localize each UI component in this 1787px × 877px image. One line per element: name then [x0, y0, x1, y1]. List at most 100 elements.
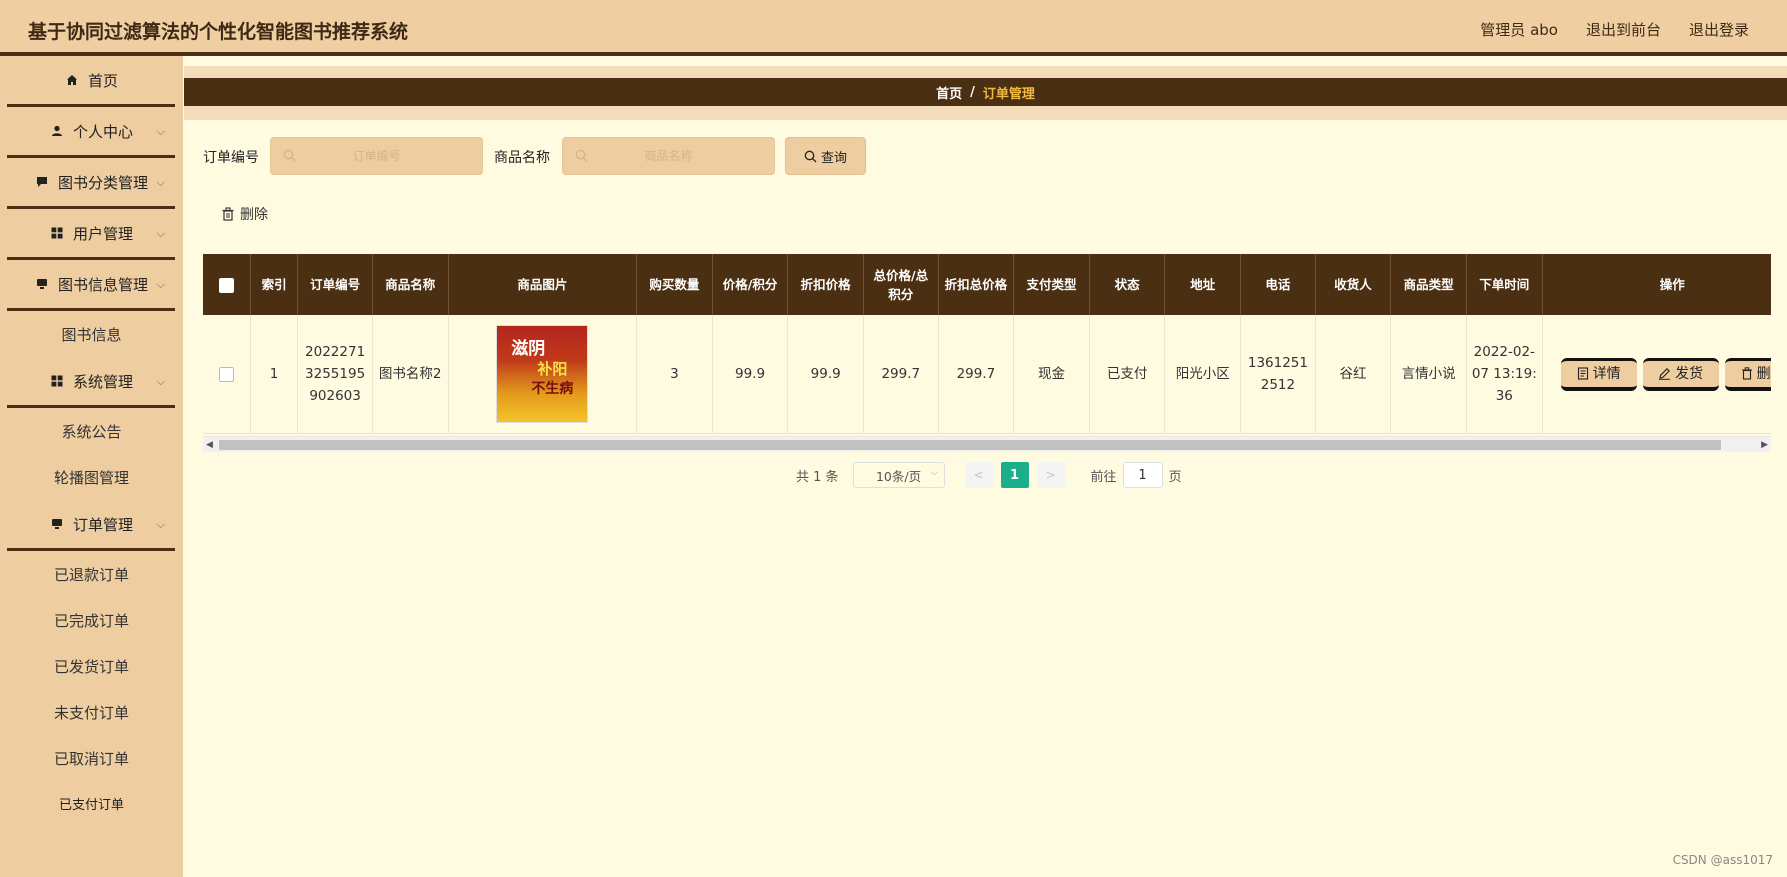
col-product-type: 商品类型 — [1390, 254, 1467, 315]
col-total: 总价格/总积分 — [863, 254, 939, 315]
sidebar-item-home[interactable]: 首页 — [7, 56, 175, 107]
book-cover-image: 滋阴 补阳 不生病 — [496, 325, 589, 423]
col-address: 地址 — [1164, 254, 1242, 315]
scrollbar-thumb[interactable] — [219, 440, 1721, 450]
cell-operation: 详情 发货 删除 — [1542, 315, 1771, 434]
query-button[interactable]: 查询 — [785, 137, 866, 175]
cell-quantity: 3 — [636, 315, 713, 434]
goto-page-input[interactable]: 1 — [1122, 462, 1163, 488]
pagination-total: 共 1 条 — [796, 469, 839, 485]
query-button-label: 查询 — [820, 150, 847, 166]
cell-address: 阳光小区 — [1164, 315, 1242, 434]
edit-icon — [1659, 368, 1671, 380]
col-order-no: 订单编号 — [297, 254, 373, 315]
sidebar-subitem-book-info[interactable]: 图书信息 — [0, 311, 183, 357]
prev-page-button[interactable]: < — [964, 462, 993, 488]
scroll-right-icon[interactable]: ▶ — [1761, 440, 1768, 450]
sidebar-subitem-shipped[interactable]: 已发货订单 — [0, 643, 183, 689]
product-name-field — [562, 137, 775, 175]
sidebar-item-user-mgmt[interactable]: 用户管理 ⌵ — [7, 209, 175, 260]
breadcrumb-band: 首页 / 订单管理 — [184, 66, 1787, 120]
select-all-cell[interactable] — [203, 254, 251, 315]
breadcrumb-home[interactable]: 首页 — [936, 83, 962, 102]
chevron-down-icon: ⌵ — [156, 227, 165, 240]
breadcrumb: 首页 / 订单管理 — [184, 78, 1787, 106]
ship-button[interactable]: 发货 — [1642, 357, 1719, 391]
monitor-icon — [34, 276, 50, 292]
monitor-icon — [49, 516, 65, 532]
col-discount-price: 折扣价格 — [787, 254, 864, 315]
goto-suffix: 页 — [1168, 469, 1182, 485]
sidebar-subitem-paid[interactable]: 已支付订单 — [0, 781, 183, 825]
grid-icon — [49, 225, 65, 241]
cell-total: 299.7 — [863, 315, 939, 434]
sidebar-item-book-category[interactable]: 图书分类管理 ⌵ — [7, 158, 175, 209]
sidebar-subitem-announcement[interactable]: 系统公告 — [0, 408, 183, 454]
batch-delete-button[interactable]: 删除 — [221, 204, 268, 224]
page-size-value: 10条/页 — [875, 468, 922, 484]
cell-order-no: 20222713255195902603 — [297, 315, 373, 434]
sidebar-item-system-mgmt[interactable]: 系统管理 ⌵ — [7, 357, 175, 408]
row-delete-button-label: 删除 — [1756, 365, 1771, 382]
cell-order-time: 2022-02-07 13:19:36 — [1466, 315, 1543, 434]
sidebar-subitem-refunded[interactable]: 已退款订单 — [0, 551, 183, 597]
sidebar-subitem-carousel[interactable]: 轮播图管理 — [0, 454, 183, 500]
cell-receiver: 谷红 — [1315, 315, 1392, 434]
product-name-input[interactable] — [563, 137, 774, 175]
cell-pay-type: 现金 — [1013, 315, 1090, 434]
cell-phone: 13612512512 — [1240, 315, 1316, 434]
logout-link[interactable]: 退出登录 — [1689, 19, 1749, 40]
search-icon — [283, 149, 296, 166]
col-status: 状态 — [1089, 254, 1166, 315]
header-links: 管理员 abo 退出到前台 退出登录 — [1480, 19, 1749, 40]
cell-index: 1 — [250, 315, 299, 434]
goto-label: 前往 — [1090, 469, 1117, 485]
col-phone: 电话 — [1240, 254, 1316, 315]
col-index: 索引 — [250, 254, 299, 315]
order-no-label: 订单编号 — [203, 150, 259, 166]
cell-product-type: 言情小说 — [1390, 315, 1467, 434]
chevron-down-icon: ⌵ — [156, 176, 165, 189]
home-icon — [64, 72, 80, 88]
sidebar-subitem-unpaid[interactable]: 未支付订单 — [0, 689, 183, 735]
select-all-checkbox[interactable] — [218, 278, 234, 293]
table-row: 1 20222713255195902603 图书名称2 滋阴 补阳 不生病 3… — [203, 315, 1771, 434]
cover-text-3: 不生病 — [531, 381, 574, 397]
detail-button[interactable]: 详情 — [1560, 357, 1637, 391]
app-title: 基于协同过滤算法的个性化智能图书推荐系统 — [28, 21, 409, 43]
chevron-down-icon: ⌵ — [156, 375, 165, 388]
scroll-left-icon[interactable]: ◀ — [206, 440, 213, 450]
sidebar-item-book-info-mgmt[interactable]: 图书信息管理 ⌵ — [7, 260, 175, 311]
sidebar-subitem-cancelled[interactable]: 已取消订单 — [0, 735, 183, 781]
table-horizontal-scrollbar[interactable]: ◀ ▶ — [203, 436, 1771, 452]
next-page-button[interactable]: > — [1036, 462, 1065, 488]
trash-icon — [222, 207, 234, 221]
breadcrumb-current: 订单管理 — [982, 86, 1035, 102]
to-front-link[interactable]: 退出到前台 — [1586, 19, 1661, 40]
breadcrumb-separator: / — [970, 84, 975, 100]
row-checkbox[interactable] — [218, 366, 234, 382]
sidebar: 首页 个人中心 ⌵ 图书分类管理 ⌵ 用户管理 ⌵ 图书信息管理 ⌵ 图书信息 … — [0, 56, 183, 877]
table-header-row: 索引 订单编号 商品名称 商品图片 购买数量 价格/积分 折扣价格 总价格/总积… — [203, 254, 1771, 315]
row-delete-button[interactable]: 删除 — [1724, 357, 1771, 391]
chevron-down-icon: ⌵ — [156, 278, 165, 291]
sidebar-item-label: 个人中心 — [72, 122, 133, 141]
sidebar-item-personal[interactable]: 个人中心 ⌵ — [7, 107, 175, 158]
sidebar-item-label: 首页 — [87, 71, 118, 90]
sidebar-subitem-completed[interactable]: 已完成订单 — [0, 597, 183, 643]
cover-text-1: 滋阴 — [511, 339, 546, 359]
sidebar-item-label: 用户管理 — [72, 224, 133, 243]
page-number-current[interactable]: 1 — [1000, 462, 1029, 488]
ship-button-label: 发货 — [1675, 365, 1704, 382]
product-name-label: 商品名称 — [494, 150, 550, 166]
page-size-select[interactable]: 10条/页 ⌵ — [852, 462, 945, 488]
sidebar-item-label: 系统管理 — [72, 372, 133, 391]
cell-product-image: 滋阴 补阳 不生病 — [448, 315, 638, 434]
pagination: 共 1 条 10条/页 ⌵ < 1 > 前往 1 页 — [796, 462, 1182, 488]
sidebar-item-order-mgmt[interactable]: 订单管理 ⌵ — [7, 500, 175, 551]
row-select-cell[interactable] — [203, 315, 251, 434]
order-no-input[interactable] — [271, 137, 482, 175]
cell-discount-total: 299.7 — [938, 315, 1015, 434]
col-discount-total: 折扣总价格 — [938, 254, 1015, 315]
chevron-down-icon: ⌵ — [930, 468, 938, 478]
